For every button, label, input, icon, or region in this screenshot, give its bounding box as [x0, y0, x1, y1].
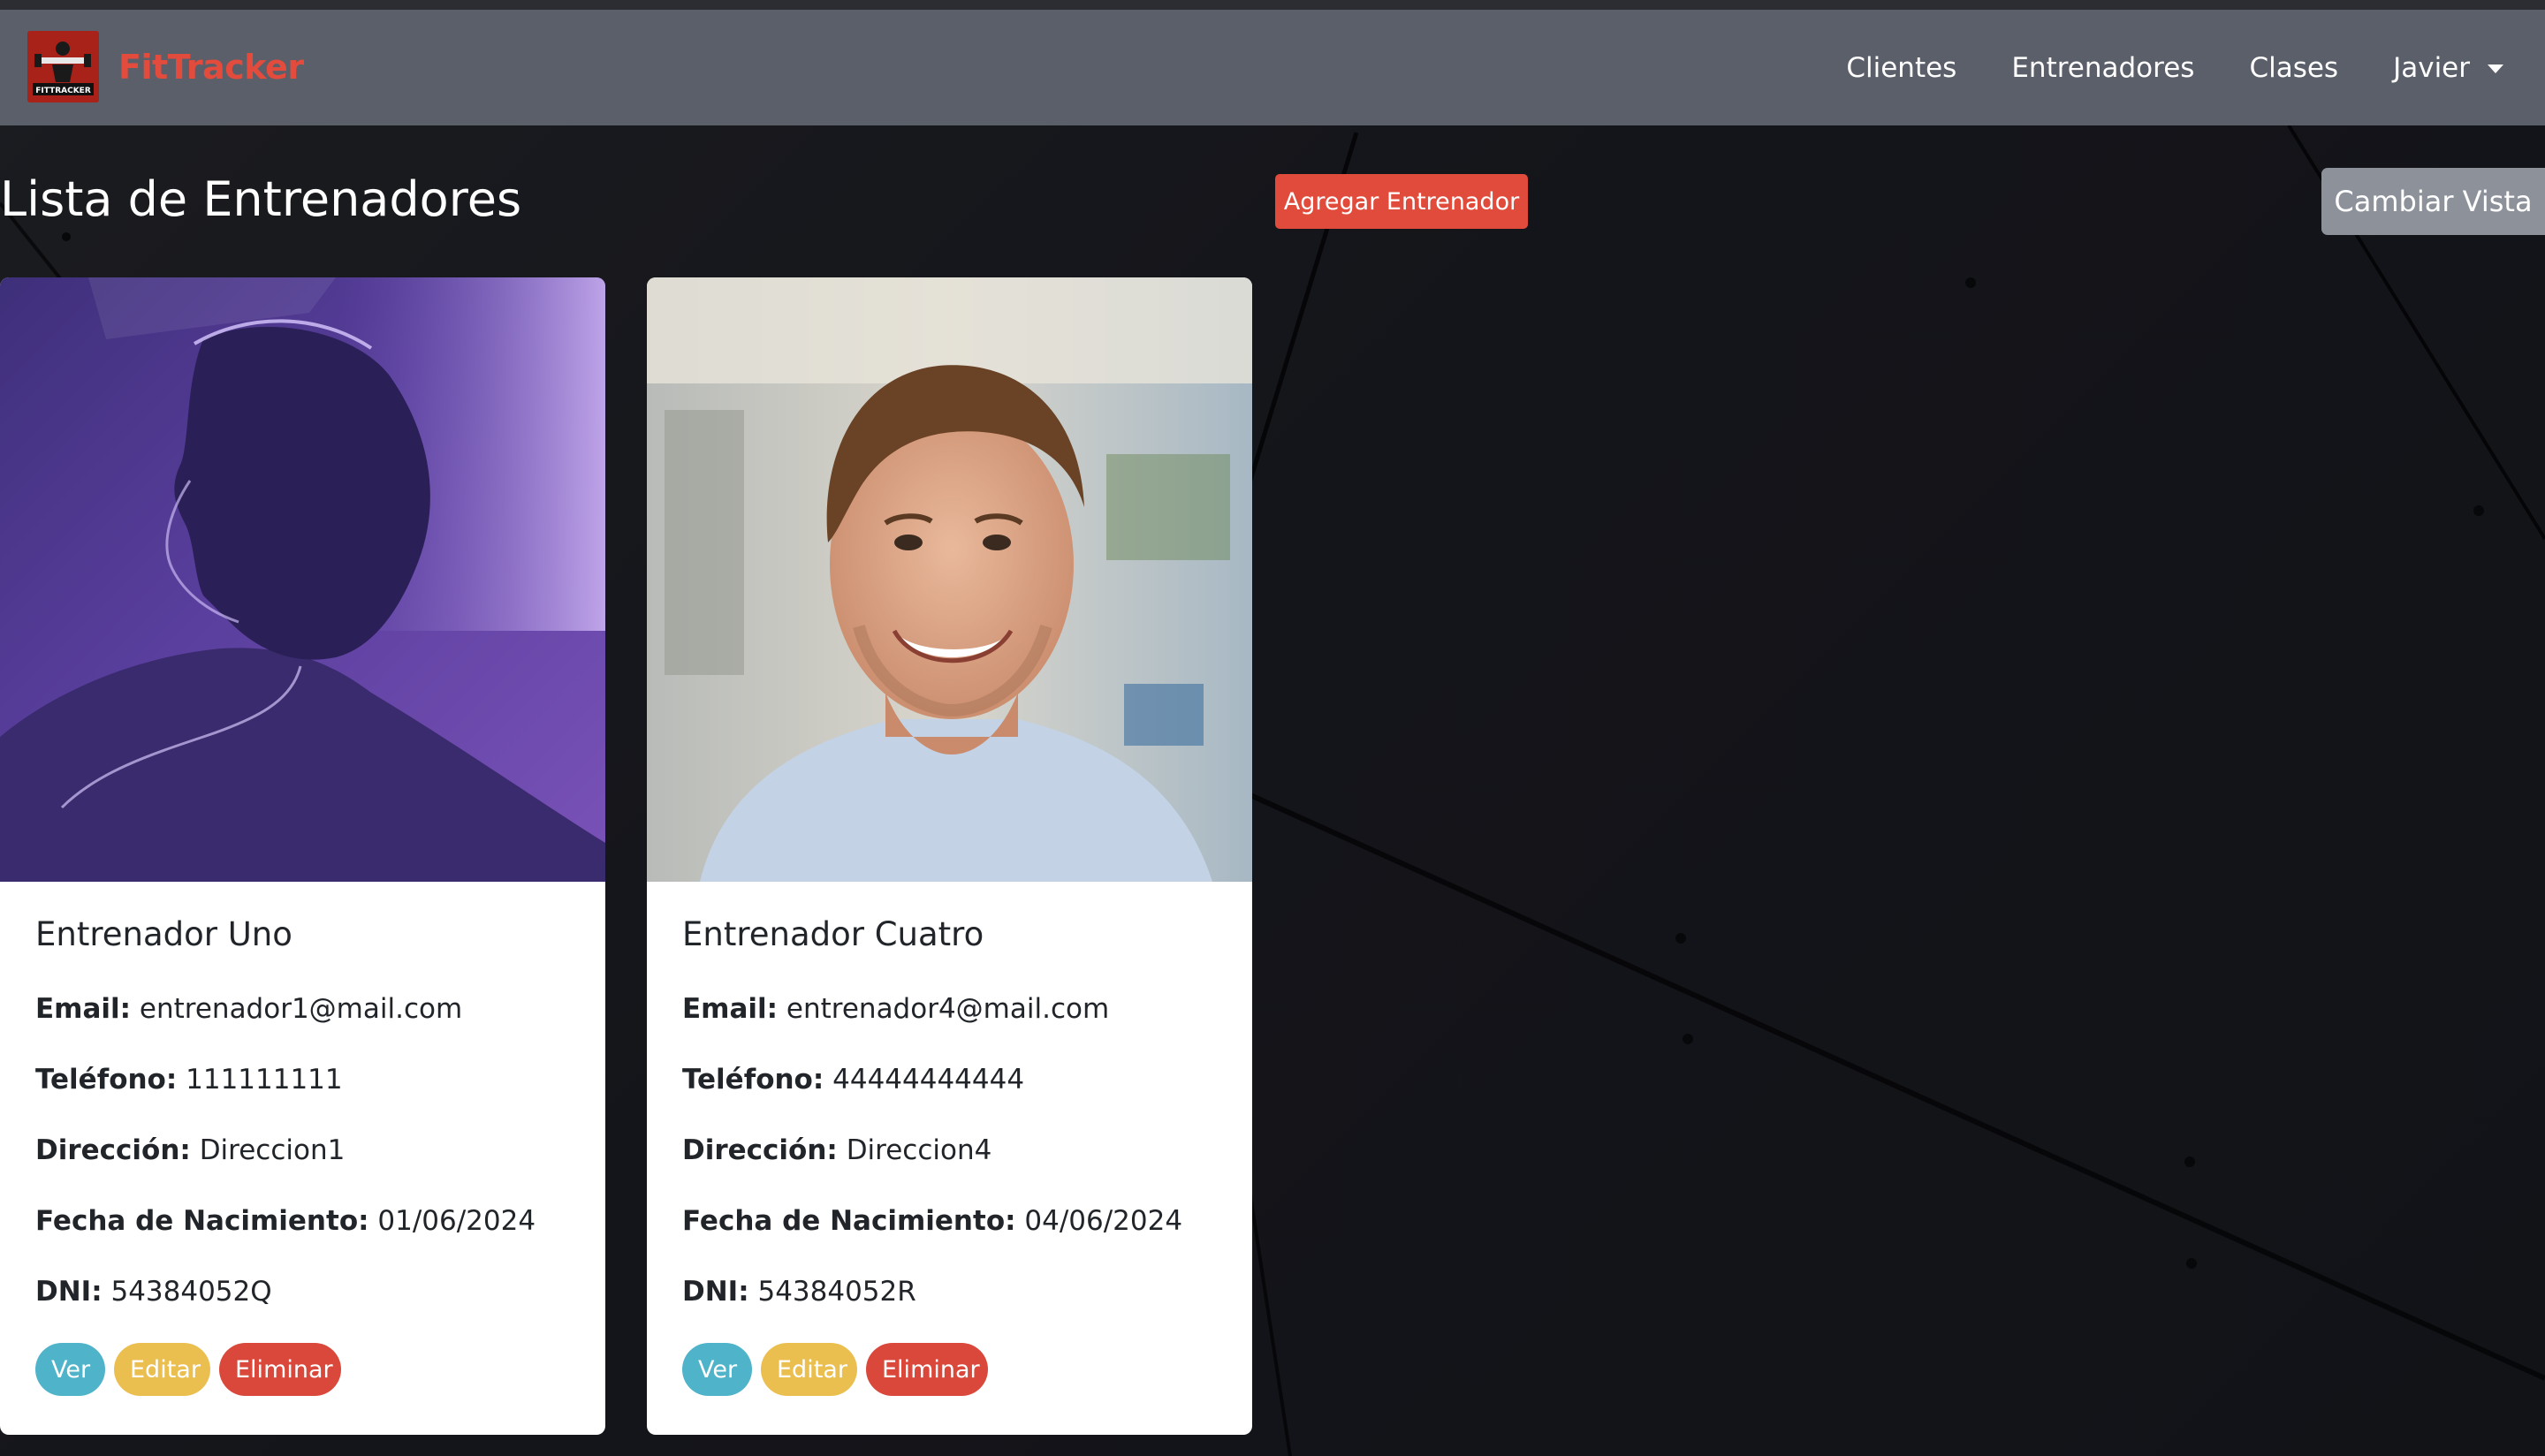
birth-date-value: 04/06/2024 — [1024, 1205, 1183, 1237]
trainer-card-body: Entrenador Cuatro Email: entrenador4@mai… — [647, 882, 1252, 1396]
address-value: Direccion4 — [846, 1134, 992, 1166]
trainer-card: Entrenador Uno Email: entrenador1@mail.c… — [0, 277, 605, 1435]
birth-date-value: 01/06/2024 — [377, 1205, 536, 1237]
trainer-name: Entrenador Uno — [35, 915, 292, 953]
trainer-birth-date: Fecha de Nacimiento: 01/06/2024 — [35, 1202, 570, 1240]
dni-value: 54384052Q — [110, 1276, 272, 1308]
trainer-photo — [0, 277, 605, 882]
brand[interactable]: FITTRACKER FitTracker — [27, 31, 304, 102]
email-label: Email: — [35, 993, 132, 1025]
edit-button[interactable]: Editar — [761, 1343, 857, 1396]
toggle-view-button[interactable]: Cambiar Vista — [2321, 168, 2545, 235]
trainer-card-body: Entrenador Uno Email: entrenador1@mail.c… — [0, 882, 605, 1396]
address-value: Direccion1 — [199, 1134, 346, 1166]
trainer-name: Entrenador Cuatro — [682, 915, 984, 953]
phone-label: Teléfono: — [35, 1064, 178, 1096]
phone-label: Teléfono: — [682, 1064, 824, 1096]
trainer-photo — [647, 277, 1252, 882]
phone-value: 44444444444 — [832, 1064, 1025, 1096]
brand-name[interactable]: FitTracker — [118, 48, 304, 87]
dni-label: DNI: — [682, 1276, 749, 1308]
trainer-address: Dirección: Direccion1 — [35, 1131, 570, 1170]
trainer-address: Dirección: Direccion4 — [682, 1131, 1217, 1170]
nav-item-clases[interactable]: Clases — [2249, 52, 2338, 84]
trainer-actions: Ver Editar Eliminar — [682, 1343, 1217, 1396]
trainer-phone: Teléfono: 111111111 — [35, 1060, 570, 1099]
nav-item-entrenadores[interactable]: Entrenadores — [2011, 52, 2194, 84]
edit-button[interactable]: Editar — [114, 1343, 210, 1396]
trainer-phone: Teléfono: 44444444444 — [682, 1060, 1217, 1099]
trainer-dni: DNI: 54384052Q — [35, 1272, 570, 1311]
page-title: Lista de Entrenadores — [0, 171, 522, 227]
birth-date-label: Fecha de Nacimiento: — [35, 1205, 369, 1237]
fittracker-logo-icon[interactable]: FITTRACKER — [27, 31, 99, 102]
user-menu-dropdown[interactable]: Javier — [2393, 52, 2503, 84]
email-value: entrenador1@mail.com — [139, 993, 463, 1025]
trainer-email: Email: entrenador1@mail.com — [35, 990, 570, 1028]
nav-links: Clientes Entrenadores Clases Javier — [1791, 10, 2503, 125]
caret-down-icon — [2488, 64, 2503, 73]
view-button[interactable]: Ver — [35, 1343, 105, 1396]
trainer-dni: DNI: 54384052R — [682, 1272, 1217, 1311]
email-label: Email: — [682, 993, 779, 1025]
birth-date-label: Fecha de Nacimiento: — [682, 1205, 1016, 1237]
trainer-actions: Ver Editar Eliminar — [35, 1343, 570, 1396]
phone-value: 111111111 — [186, 1064, 343, 1096]
add-trainer-button[interactable]: Agregar Entrenador — [1275, 174, 1528, 229]
dni-label: DNI: — [35, 1276, 103, 1308]
window-top-strip — [0, 0, 2545, 10]
dni-value: 54384052R — [757, 1276, 916, 1308]
trainer-card: Entrenador Cuatro Email: entrenador4@mai… — [647, 277, 1252, 1435]
address-label: Dirección: — [35, 1134, 191, 1166]
user-name: Javier — [2393, 51, 2470, 84]
address-label: Dirección: — [682, 1134, 838, 1166]
delete-button[interactable]: Eliminar — [866, 1343, 988, 1396]
navbar: FITTRACKER FitTracker Clientes Entrenado… — [0, 10, 2545, 125]
logo-text: FITTRACKER — [35, 87, 91, 95]
email-value: entrenador4@mail.com — [786, 993, 1110, 1025]
trainer-birth-date: Fecha de Nacimiento: 04/06/2024 — [682, 1202, 1217, 1240]
view-button[interactable]: Ver — [682, 1343, 752, 1396]
nav-item-clientes[interactable]: Clientes — [1846, 52, 1956, 84]
trainer-email: Email: entrenador4@mail.com — [682, 990, 1217, 1028]
delete-button[interactable]: Eliminar — [219, 1343, 341, 1396]
